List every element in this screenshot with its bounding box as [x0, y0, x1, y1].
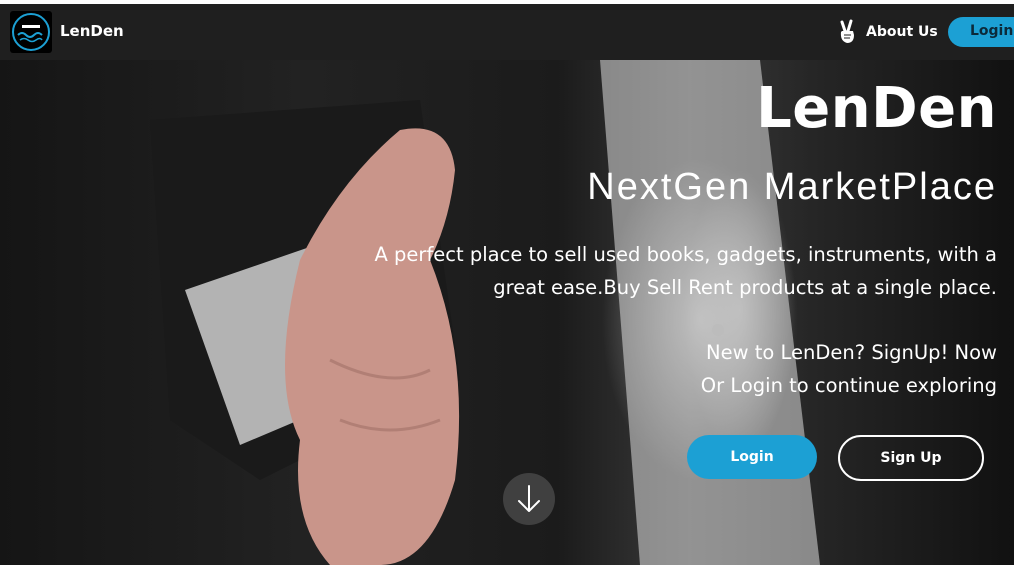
hero-section: LenDen NextGen MarketPlace A perfect pla… [0, 60, 1014, 565]
logo-icon [12, 13, 50, 51]
hero-cta-line-1: New to LenDen? SignUp! Now [706, 341, 997, 364]
brand-name[interactable]: LenDen [60, 22, 124, 40]
hero-description: A perfect place to sell used books, gadg… [357, 238, 997, 304]
hero-cta-text: New to LenDen? SignUp! Now Or Login to c… [497, 336, 997, 402]
navbar: LenDen About Us Login [0, 4, 1014, 60]
hero-description-line-1: A perfect place to sell used books, gadg… [374, 243, 997, 266]
nav-login-button[interactable]: Login [948, 17, 1014, 47]
bottom-strip [0, 565, 1014, 570]
about-us-label: About Us [866, 24, 938, 40]
logo[interactable] [10, 11, 52, 53]
peace-hand-icon [840, 19, 854, 43]
arrow-down-icon [518, 485, 540, 512]
hero-signup-button[interactable]: Sign Up [838, 435, 984, 481]
hero-description-line-2: great ease.Buy Sell Rent products at a s… [493, 276, 997, 299]
scroll-down-button[interactable] [503, 473, 555, 525]
about-us-link[interactable]: About Us [836, 19, 938, 45]
hero-title: LenDen [756, 76, 997, 141]
hero-login-button[interactable]: Login [687, 435, 817, 479]
hero-cta-line-2: Or Login to continue exploring [700, 374, 997, 397]
hero-subtitle: NextGen MarketPlace [587, 166, 997, 208]
